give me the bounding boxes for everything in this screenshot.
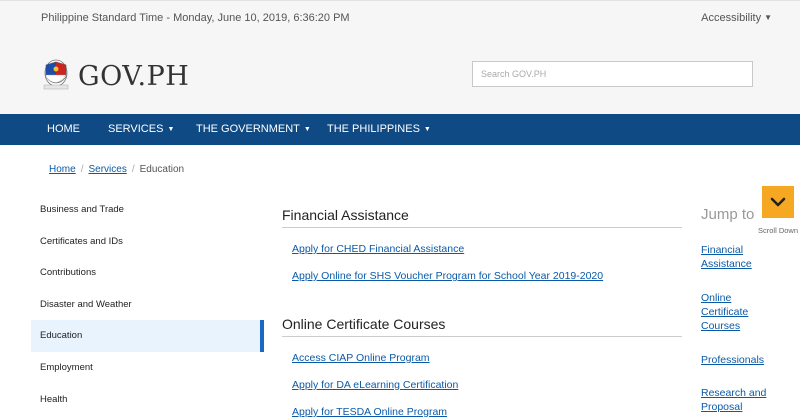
link-ciap-online-program[interactable]: Access CIAP Online Program [292,352,430,364]
nav-the-philippines-label: THE PHILIPPINES [327,123,420,135]
sidebar: Business and Trade Certificates and IDs … [31,194,264,415]
sidebar-item-business-and-trade[interactable]: Business and Trade [31,194,264,226]
link-tesda-online-program[interactable]: Apply for TESDA Online Program [292,406,447,418]
jump-link-research-and-proposal[interactable]: Research and Proposal [701,386,771,414]
caret-down-icon: ▼ [303,126,311,133]
jump-link-online-certificate-courses[interactable]: Online Certificate Courses [701,291,771,333]
nav-services-label: SERVICES [108,123,164,135]
caret-down-icon: ▼ [423,126,431,133]
scroll-down-label: Scroll Down [758,226,799,235]
standard-time: Philippine Standard Time - Monday, June … [41,12,350,24]
site-logo[interactable]: GOV.PH [78,61,189,92]
sidebar-item-contributions[interactable]: Contributions [31,257,264,289]
sidebar-item-certificates-and-ids[interactable]: Certificates and IDs [31,226,264,258]
sidebar-item-employment[interactable]: Employment [31,352,264,384]
caret-down-icon: ▼ [764,13,772,22]
breadcrumb-services[interactable]: Services [88,164,126,175]
section-title-financial-assistance: Financial Assistance [282,207,682,228]
accessibility-label: Accessibility [701,12,762,24]
philippine-seal-icon [43,59,69,90]
caret-down-icon: ▼ [167,126,175,133]
breadcrumb-separator: / [80,164,84,175]
jump-link-professionals[interactable]: Professionals [701,353,771,367]
sidebar-item-education[interactable]: Education [31,320,264,352]
sidebar-item-disaster-and-weather[interactable]: Disaster and Weather [31,289,264,321]
nav-services[interactable]: SERVICES ▼ [108,114,174,145]
nav-the-government-label: THE GOVERNMENT [196,123,300,135]
breadcrumb: Home / Services / Education [49,164,184,175]
sidebar-item-health[interactable]: Health [31,384,264,416]
breadcrumb-home[interactable]: Home [49,164,76,175]
nav-the-philippines[interactable]: THE PHILIPPINES ▼ [327,114,431,145]
link-shs-voucher-program[interactable]: Apply Online for SHS Voucher Program for… [292,270,603,282]
breadcrumb-separator: / [131,164,135,175]
nav-the-government[interactable]: THE GOVERNMENT ▼ [196,114,311,145]
link-da-elearning-certification[interactable]: Apply for DA eLearning Certification [292,379,458,391]
chevron-down-icon [770,197,786,207]
scroll-down-button[interactable] [762,186,794,218]
nav-home[interactable]: HOME [47,114,80,145]
breadcrumb-current: Education [139,164,185,175]
search-input[interactable] [472,61,753,87]
jump-to-title: Jump to [701,206,755,223]
section-title-online-certificate-courses: Online Certificate Courses [282,316,682,337]
top-header: Philippine Standard Time - Monday, June … [0,0,800,114]
main-navigation: HOME SERVICES ▼ THE GOVERNMENT ▼ THE PHILI… [0,114,800,145]
jump-link-financial-assistance[interactable]: Financial Assistance [701,243,771,271]
accessibility-menu[interactable]: Accessibility ▼ [701,12,772,24]
link-ched-financial-assistance[interactable]: Apply for CHED Financial Assistance [292,243,464,255]
